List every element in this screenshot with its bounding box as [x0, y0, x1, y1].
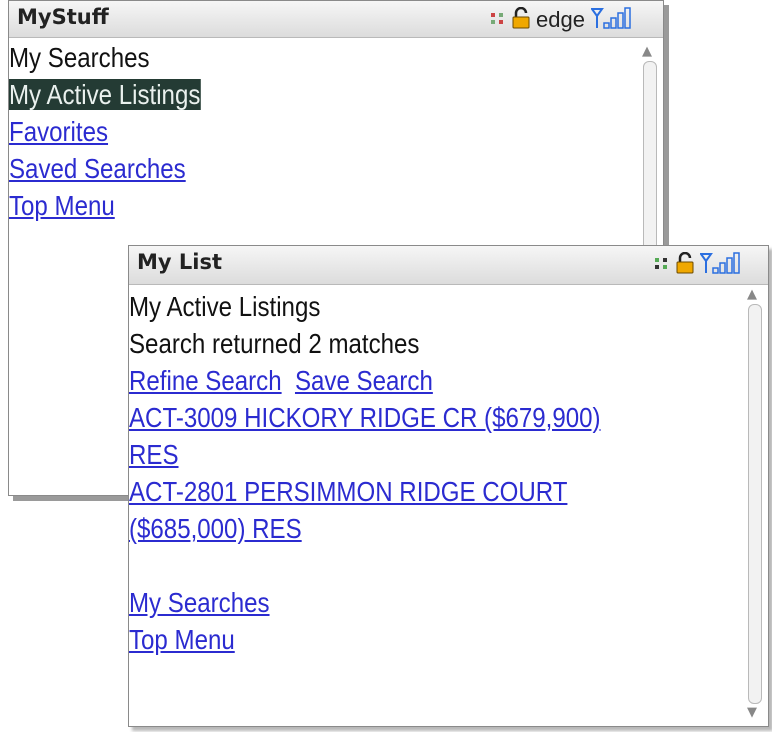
mystuff-title: MyStuff [17, 5, 109, 29]
mylist-content: My Active Listings Search returned 2 mat… [129, 288, 654, 726]
scroll-up-arrow-icon[interactable]: ▲ [747, 288, 757, 302]
listing-2-line-1[interactable]: ACT-2801 PERSIMMON RIDGE COURT [129, 473, 654, 510]
mylist-scrollbar[interactable]: ▲ ▼ [746, 288, 762, 720]
lock-icon [676, 251, 694, 278]
scroll-track[interactable] [748, 304, 762, 704]
scroll-down-arrow-icon[interactable]: ▼ [747, 706, 757, 720]
status-indicators [654, 251, 742, 278]
mylist-window: My List My Active Listings Search return… [128, 245, 769, 727]
network-type-label: edge [536, 7, 585, 32]
top-menu-link[interactable]: Top Menu [129, 621, 654, 658]
mylist-title: My List [137, 250, 223, 274]
menu-item-my-searches[interactable]: My Searches [9, 39, 547, 76]
menu-item-favorites[interactable]: Favorites [9, 113, 547, 150]
scroll-up-arrow-icon[interactable]: ▲ [642, 45, 652, 59]
listing-2-line-2[interactable]: ($685,000) RES [129, 510, 654, 547]
mystuff-titlebar: MyStuff edge [9, 1, 663, 38]
refine-search-link[interactable]: Refine Search [129, 365, 282, 396]
page-heading: My Active Listings [129, 291, 321, 322]
menu-item-saved-searches[interactable]: Saved Searches [9, 150, 547, 187]
menu-item-my-active-listings[interactable]: My Active Listings [9, 79, 201, 110]
signal-strength-icon [699, 252, 742, 278]
result-count-text: Search returned 2 matches [129, 328, 420, 359]
save-search-link[interactable]: Save Search [295, 365, 433, 396]
listing-1-line-2[interactable]: RES [129, 436, 654, 473]
listing-1-line-1[interactable]: ACT-3009 HICKORY RIDGE CR ($679,900) [129, 399, 654, 436]
mylist-titlebar: My List [129, 246, 768, 285]
network-activity-icon [654, 256, 670, 275]
network-activity-icon [490, 11, 506, 30]
lock-icon [512, 6, 530, 33]
my-searches-link[interactable]: My Searches [129, 584, 654, 621]
signal-strength-icon [590, 7, 633, 33]
status-indicators: edge [490, 6, 633, 33]
menu-item-top-menu[interactable]: Top Menu [9, 187, 547, 224]
